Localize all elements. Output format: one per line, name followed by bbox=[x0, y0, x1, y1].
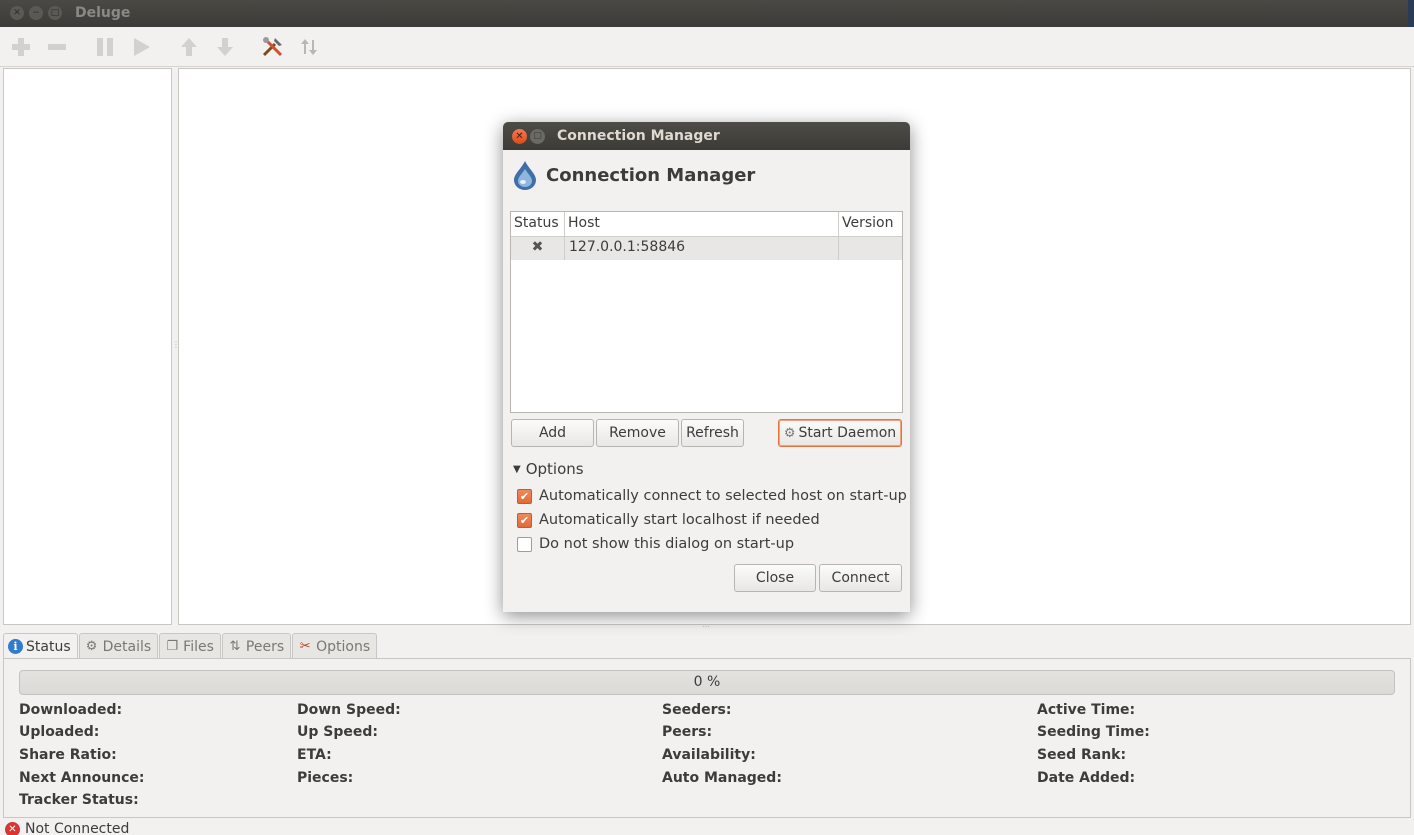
main-toolbar bbox=[0, 27, 1414, 67]
tab-peers[interactable]: ⇅ Peers bbox=[221, 633, 292, 659]
window-minimize-button[interactable]: − bbox=[29, 6, 43, 20]
gears-icon: ⚙ bbox=[783, 425, 796, 441]
progress-bar: 0 % bbox=[19, 670, 1395, 695]
down-speed-label: Down Speed: bbox=[297, 702, 401, 718]
tools-icon: ✂ bbox=[299, 639, 311, 654]
add-torrent-icon[interactable] bbox=[7, 33, 35, 61]
pause-icon[interactable] bbox=[91, 33, 119, 61]
connection-manager-dialog: ✕ □ Connection Manager Connection Manage… bbox=[503, 122, 910, 612]
dialog-header: Connection Manager bbox=[512, 160, 755, 190]
dialog-close-icon[interactable]: ✕ bbox=[512, 129, 527, 144]
hide-dialog-checkbox[interactable] bbox=[517, 536, 532, 552]
dialog-titlebar: ✕ □ Connection Manager bbox=[503, 122, 910, 150]
expander-arrow-icon: ▼ bbox=[513, 463, 521, 475]
auto-connect-checkbox[interactable]: ✔ bbox=[517, 488, 532, 504]
tab-label: Status bbox=[26, 638, 71, 655]
error-icon: ✕ bbox=[5, 822, 20, 835]
deluge-logo-icon bbox=[514, 161, 536, 190]
tracker-status-label: Tracker Status: bbox=[19, 792, 139, 808]
date-added-label: Date Added: bbox=[1037, 770, 1136, 786]
filter-sidebar[interactable] bbox=[3, 68, 172, 625]
downloaded-label: Downloaded: bbox=[19, 702, 123, 718]
seed-rank-label: Seed Rank: bbox=[1037, 747, 1127, 763]
hide-dialog-option[interactable]: Do not show this dialog on start-up bbox=[517, 536, 794, 552]
connection-status: Not Connected bbox=[25, 821, 130, 835]
auto-start-checkbox[interactable]: ✔ bbox=[517, 512, 532, 528]
dialog-maximize-icon[interactable]: □ bbox=[530, 129, 545, 144]
host-status-icon: ✖ bbox=[511, 237, 565, 260]
tab-label: Files bbox=[183, 638, 214, 655]
window-titlebar: ✕ − □ Deluge bbox=[0, 0, 1414, 40]
tab-options[interactable]: ✂ Options bbox=[292, 633, 378, 659]
pane-resize-handle-horizontal[interactable]: ⋯ bbox=[702, 622, 710, 631]
statusbar: ✕ Not Connected bbox=[0, 820, 1414, 835]
resume-icon[interactable] bbox=[127, 33, 155, 61]
queue-up-icon[interactable] bbox=[175, 33, 203, 61]
options-label: Options bbox=[525, 460, 584, 478]
host-version bbox=[839, 237, 902, 260]
column-header-host[interactable]: Host bbox=[565, 212, 839, 236]
options-expander[interactable]: ▼ Options bbox=[513, 460, 584, 478]
remove-button[interactable]: Remove bbox=[596, 419, 679, 447]
preferences-icon[interactable] bbox=[259, 33, 287, 61]
remove-torrent-icon[interactable] bbox=[43, 33, 71, 61]
seeding-time-label: Seeding Time: bbox=[1037, 724, 1150, 740]
window-title: Deluge bbox=[75, 5, 131, 21]
window-close-button[interactable]: ✕ bbox=[10, 6, 24, 20]
hide-dialog-label: Do not show this dialog on start-up bbox=[539, 536, 795, 552]
tab-label: Options bbox=[316, 638, 371, 655]
auto-start-label: Automatically start localhost if needed bbox=[539, 512, 820, 528]
share-ratio-label: Share Ratio: bbox=[19, 747, 117, 763]
peers-icon: ⇅ bbox=[229, 639, 241, 654]
tab-status[interactable]: i Status bbox=[3, 633, 78, 659]
eta-label: ETA: bbox=[297, 747, 332, 763]
start-daemon-button[interactable]: ⚙ Start Daemon bbox=[778, 419, 902, 447]
host-address: 127.0.0.1:58846 bbox=[565, 237, 839, 260]
details-tabs: i Status ⚙ Details ❐ Files ⇅ Peers ✂ Opt… bbox=[3, 633, 378, 659]
window-maximize-button[interactable]: □ bbox=[48, 6, 62, 20]
refresh-button[interactable]: Refresh bbox=[681, 419, 744, 447]
column-header-version[interactable]: Version bbox=[839, 212, 902, 236]
tab-label: Details bbox=[102, 638, 152, 655]
up-speed-label: Up Speed: bbox=[297, 724, 378, 740]
close-button[interactable]: Close bbox=[734, 564, 816, 592]
dialog-title: Connection Manager bbox=[557, 128, 720, 144]
add-button[interactable]: Add bbox=[511, 419, 594, 447]
info-icon: i bbox=[8, 639, 23, 654]
auto-connect-option[interactable]: ✔ Automatically connect to selected host… bbox=[517, 488, 907, 504]
tab-label: Peers bbox=[245, 638, 285, 655]
availability-label: Availability: bbox=[662, 747, 756, 763]
table-row[interactable]: ✖ 127.0.0.1:58846 bbox=[511, 237, 902, 260]
connect-button[interactable]: Connect bbox=[819, 564, 902, 592]
pieces-label: Pieces: bbox=[297, 770, 354, 786]
auto-connect-label: Automatically connect to selected host o… bbox=[539, 488, 907, 504]
seeders-label: Seeders: bbox=[662, 702, 732, 718]
host-table[interactable]: Status Host Version ✖ 127.0.0.1:58846 bbox=[510, 211, 903, 413]
table-header: Status Host Version bbox=[511, 212, 902, 237]
tab-details[interactable]: ⚙ Details bbox=[78, 633, 159, 659]
column-header-status[interactable]: Status bbox=[511, 212, 565, 236]
uploaded-label: Uploaded: bbox=[19, 724, 100, 740]
connection-manager-icon[interactable] bbox=[295, 33, 323, 61]
auto-managed-label: Auto Managed: bbox=[662, 770, 782, 786]
status-panel: 0 % Downloaded: Uploaded: Share Ratio: N… bbox=[3, 658, 1411, 818]
files-icon: ❐ bbox=[166, 639, 178, 654]
start-daemon-label: Start Daemon bbox=[798, 425, 897, 441]
gear-icon: ⚙ bbox=[85, 639, 98, 654]
active-time-label: Active Time: bbox=[1037, 702, 1136, 718]
peers-label: Peers: bbox=[662, 724, 713, 740]
tab-files[interactable]: ❐ Files bbox=[159, 633, 221, 659]
next-announce-label: Next Announce: bbox=[19, 770, 145, 786]
queue-down-icon[interactable] bbox=[211, 33, 239, 61]
dialog-heading: Connection Manager bbox=[546, 164, 756, 186]
auto-start-option[interactable]: ✔ Automatically start localhost if neede… bbox=[517, 512, 820, 528]
